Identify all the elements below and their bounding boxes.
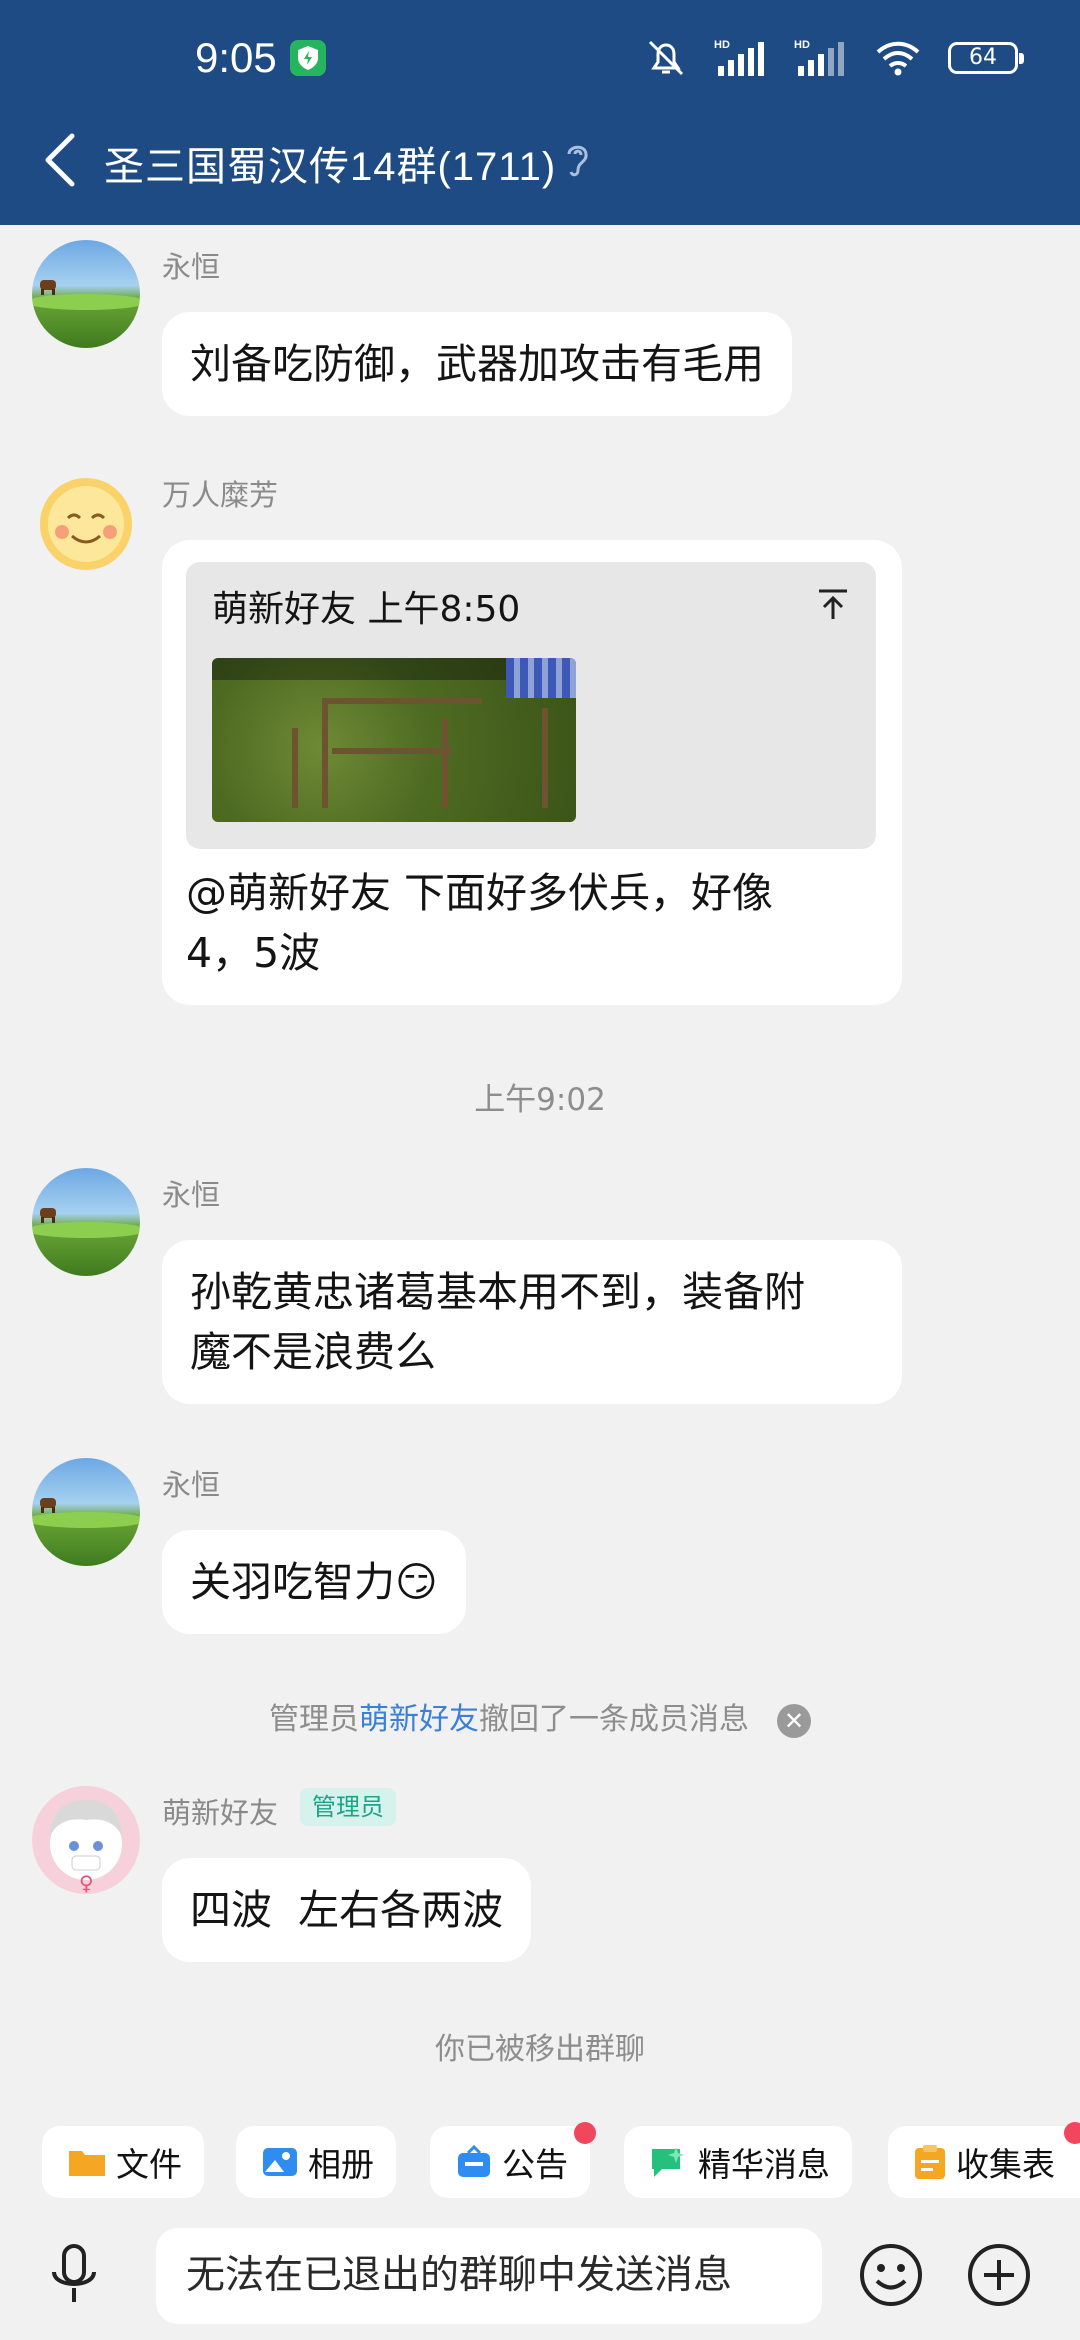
announcement-icon <box>458 2145 490 2177</box>
ear-mode-icon[interactable] <box>562 140 592 180</box>
title-bar: 圣三国蜀汉传14群(1711) <box>0 120 1080 225</box>
mute-bell-icon <box>648 40 684 76</box>
sender-name: 万人糜芳 <box>162 478 279 512</box>
admin-name-link[interactable]: 萌新好友 <box>359 1702 479 1737</box>
header-bar: 9:05 HD HD 64 圣三国蜀汉传14群(1711) <box>0 0 1080 225</box>
quoted-reply[interactable]: 萌新好友 上午8:50 <box>186 562 876 849</box>
removed-notice: 你已被移出群聊 <box>435 2032 645 2067</box>
message-input[interactable]: 无法在已退出的群聊中发送消息 <box>156 2228 822 2324</box>
message-bubble[interactable]: 刘备吃防御，武器加攻击有毛用 <box>162 312 792 416</box>
avatar[interactable] <box>32 470 140 578</box>
message-bubble[interactable]: 孙乾黄忠诸葛基本用不到，装备附 魔不是浪费么 <box>162 1240 902 1404</box>
quoted-image-thumbnail[interactable] <box>212 658 576 822</box>
emoji-icon[interactable] <box>858 2242 924 2308</box>
message-text-line: 魔不是浪费么 <box>190 1328 436 1376</box>
status-time: 9:05 <box>195 34 277 81</box>
battery-icon: 64 <box>948 42 1024 74</box>
reply-header: 萌新好友 上午8:50 <box>212 589 521 630</box>
signal-hd-2-icon: HD <box>794 39 844 76</box>
svg-text:HD: HD <box>714 39 730 51</box>
security-shield-icon <box>290 40 326 76</box>
avatar[interactable] <box>32 1458 140 1566</box>
group-title[interactable]: 圣三国蜀汉传14群(1711) <box>104 134 556 192</box>
photo-album-icon <box>263 2148 297 2176</box>
message-text-line: 4，5波 <box>186 929 321 977</box>
avatar[interactable] <box>32 1168 140 1276</box>
admin-badge: 管理员 <box>300 1788 396 1826</box>
sender-name: 永恒 <box>162 250 221 284</box>
avatar[interactable]: ♀ <box>32 1786 140 1894</box>
announcement-button[interactable]: 公告 <box>430 2122 596 2198</box>
message-text: 四波 左右各两波 <box>190 1886 504 1934</box>
dismiss-close-icon[interactable]: ✕ <box>777 1703 811 1738</box>
sender-name: 永恒 <box>162 1178 221 1212</box>
svg-text:♀: ♀ <box>79 1871 94 1894</box>
notification-dot <box>574 2122 596 2144</box>
bottom-toolbar: 文件 相册 公告 精华消息 收集表 无法在已退出的群聊中发送消息 <box>0 2112 1080 2340</box>
wifi-icon <box>876 41 920 76</box>
plus-icon[interactable] <box>966 2242 1032 2308</box>
sender-name: 永恒 <box>162 1468 221 1502</box>
smirk-emoji: 😏 <box>395 1558 438 1606</box>
timestamp: 上午9:02 <box>474 1082 606 1118</box>
clipboard-icon <box>915 2145 945 2179</box>
message-text: 关羽吃智力 <box>190 1558 395 1606</box>
essence-messages-button[interactable]: 精华消息 <box>624 2126 852 2198</box>
essence-chat-icon <box>652 2147 684 2177</box>
notification-dot <box>1064 2122 1080 2144</box>
status-icons: HD HD 64 <box>644 38 1024 78</box>
message-text: 刘备吃防御，武器加攻击有毛用 <box>190 340 764 388</box>
recall-notice: 管理员萌新好友撤回了一条成员消息 ✕ <box>0 1694 1080 1738</box>
jump-to-original-icon[interactable] <box>816 588 850 622</box>
back-arrow-icon[interactable] <box>36 130 86 190</box>
folder-icon <box>69 2151 105 2176</box>
svg-text:HD: HD <box>794 39 810 51</box>
sender-name: 萌新好友 <box>162 1796 279 1830</box>
status-bar: 9:05 HD HD 64 <box>0 0 1080 120</box>
signal-hd-1-icon: HD <box>714 39 764 76</box>
album-button[interactable]: 相册 <box>236 2126 396 2198</box>
avatar[interactable] <box>32 240 140 348</box>
message-text-line: @萌新好友 下面好多伏兵，好像 <box>186 869 774 917</box>
message-text-line: 孙乾黄忠诸葛基本用不到，装备附 <box>190 1268 805 1316</box>
collection-form-button[interactable]: 收集表 <box>888 2122 1080 2198</box>
microphone-icon[interactable] <box>46 2244 102 2308</box>
message-bubble[interactable]: 萌新好友 上午8:50 @萌新好友 下面好多伏兵，好像 4，5波 <box>162 540 902 1005</box>
file-button[interactable]: 文件 <box>42 2126 204 2198</box>
message-bubble[interactable]: 关羽吃智力😏 <box>162 1530 466 1634</box>
message-bubble[interactable]: 四波 左右各两波 <box>162 1858 532 1962</box>
